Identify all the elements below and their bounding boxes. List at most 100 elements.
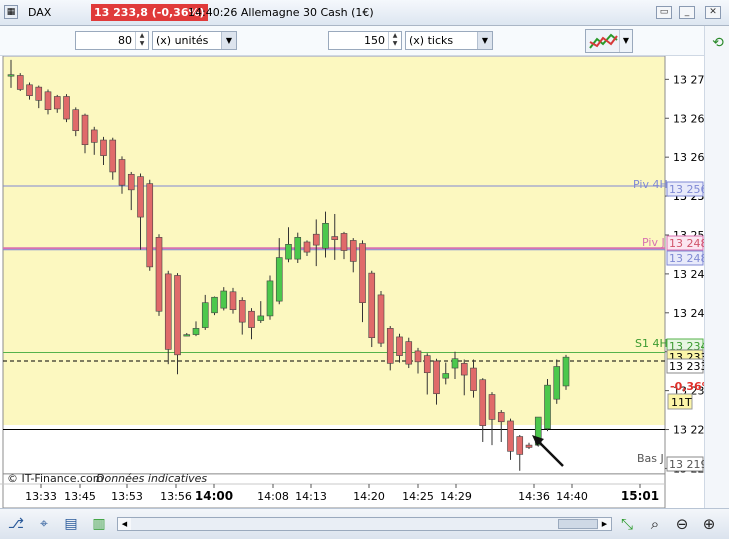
candle-body xyxy=(257,315,265,321)
candle-body xyxy=(488,394,496,420)
candle-body xyxy=(544,384,551,430)
tick-input[interactable] xyxy=(331,33,385,48)
candle-body xyxy=(433,360,440,395)
x-tick-label: 14:13 xyxy=(295,490,327,503)
x-tick-label: 14:00 xyxy=(195,489,233,503)
period-unit-select[interactable]: (x) unités ▼ xyxy=(152,31,237,50)
watermark: © IT-Finance.com xyxy=(7,472,104,485)
candle-body xyxy=(238,300,246,323)
x-tick-label: 14:20 xyxy=(353,490,385,503)
candle-body xyxy=(63,96,70,120)
symbol-label[interactable]: DAX xyxy=(28,6,51,19)
candle-body xyxy=(53,96,61,110)
period-unit-label: (x) unités xyxy=(156,34,209,47)
zoom-in-icon[interactable]: ⊕ xyxy=(698,513,720,535)
candle-body xyxy=(562,356,570,387)
candle-body xyxy=(368,272,376,339)
x-tick-label: 13:56 xyxy=(160,490,192,503)
candle-body xyxy=(479,379,487,426)
candle-body xyxy=(497,412,505,423)
indicators-icon[interactable]: ▥ xyxy=(88,513,110,535)
chart-style-icon xyxy=(589,33,618,49)
share-icon[interactable]: ⎇ xyxy=(5,513,27,535)
candle-body xyxy=(155,237,163,312)
x-tick-label: 13:33 xyxy=(25,490,57,503)
candle-body xyxy=(72,109,80,132)
tick-unit-label: (x) ticks xyxy=(409,34,454,47)
candle-body xyxy=(211,296,218,314)
restore-icon[interactable]: ▭ xyxy=(656,6,672,19)
scroll-right-icon[interactable]: ▶ xyxy=(598,518,611,530)
candle-body xyxy=(386,328,394,364)
time-scrollbar[interactable]: ◀ ▶ xyxy=(117,517,612,531)
refresh-icon[interactable]: ⟲ xyxy=(708,30,728,56)
candle-body xyxy=(396,336,403,356)
stepper-up-icon[interactable]: ▲ xyxy=(389,32,401,40)
x-tick-label: 14:36 xyxy=(518,490,550,503)
period-stepper-arrows[interactable]: ▲ ▼ xyxy=(135,32,148,49)
candle-body xyxy=(442,373,450,379)
candle-body xyxy=(248,310,255,328)
stepper-down-icon[interactable]: ▼ xyxy=(136,40,148,48)
minimize-icon[interactable]: _ xyxy=(679,6,695,19)
candle-body xyxy=(451,358,459,369)
scroll-thumb[interactable] xyxy=(558,519,598,529)
instrument-title: 14:40:26 Allemagne 30 Cash (1€) xyxy=(188,6,374,19)
tick-stepper-arrows[interactable]: ▲ ▼ xyxy=(388,32,401,49)
candle-body xyxy=(322,223,329,249)
y-tick-label: 13 265 xyxy=(673,112,704,125)
data-window-icon[interactable]: ▤ xyxy=(60,513,82,535)
candle-body xyxy=(285,244,292,260)
candle-body xyxy=(44,91,52,110)
x-tick-label: 14:08 xyxy=(257,490,289,503)
candle-body xyxy=(423,355,431,374)
chevron-down-icon[interactable]: ▼ xyxy=(619,30,632,52)
pivj-value2: 13 248,1 xyxy=(669,252,704,265)
zoom-fit-icon[interactable]: ⌕ xyxy=(644,513,666,535)
candle-body xyxy=(405,341,413,365)
title-bar: ▦ DAX 13 233,8 (-0,36%) 14:40:26 Allemag… xyxy=(0,0,729,26)
watermark-note: Données indicatives xyxy=(96,472,207,485)
price-chart[interactable]: 13 27013 26513 26013 25513 25013 24513 2… xyxy=(0,56,704,508)
tick-unit-select[interactable]: (x) ticks ▼ xyxy=(405,31,493,50)
period-input[interactable] xyxy=(78,33,132,48)
chevron-down-icon[interactable]: ▼ xyxy=(221,32,236,49)
piv4h-value: 13 256,3 xyxy=(669,183,704,196)
close-icon[interactable]: ✕ xyxy=(705,6,721,19)
stepper-down-icon[interactable]: ▼ xyxy=(389,40,401,48)
y-tick-label: 13 240 xyxy=(673,307,704,320)
zoom-out-icon[interactable]: ⊖ xyxy=(671,513,693,535)
s14h-label: S1 4H xyxy=(635,337,668,350)
period-stepper[interactable]: ▲ ▼ xyxy=(75,31,149,50)
chevron-down-icon[interactable]: ▼ xyxy=(477,32,492,49)
basj-value: 13 219,3 xyxy=(669,458,704,471)
candle-body xyxy=(90,129,98,143)
candle-body xyxy=(81,114,89,146)
bid-value: 13 233,2 xyxy=(669,360,704,373)
x-tick-label: 14:29 xyxy=(440,490,472,503)
y-tick-label: 13 260 xyxy=(673,151,704,164)
grid-icon[interactable]: ▦ xyxy=(4,5,18,19)
x-tick-label: 13:53 xyxy=(111,490,143,503)
stepper-up-icon[interactable]: ▲ xyxy=(136,32,148,40)
candle-body xyxy=(26,84,33,96)
pivj-label: Piv J xyxy=(642,236,665,249)
y-tick-label: 13 245 xyxy=(673,268,704,281)
y-tick-label: 13 225 xyxy=(673,424,704,437)
tick-stepper[interactable]: ▲ ▼ xyxy=(328,31,402,50)
chart-style-button[interactable]: ▼ xyxy=(585,29,633,53)
candle-body xyxy=(109,139,117,173)
scroll-left-icon[interactable]: ◀ xyxy=(118,518,131,530)
candle-body xyxy=(377,294,385,344)
x-tick-label: 15:01 xyxy=(621,489,659,503)
candle-body xyxy=(220,290,228,309)
candle-body xyxy=(460,363,468,376)
auto-scroll-icon[interactable]: ⤡ xyxy=(616,513,638,535)
x-tick-label: 14:25 xyxy=(402,490,434,503)
candle-body xyxy=(331,236,339,240)
x-tick-label: 14:40 xyxy=(556,490,588,503)
candle-body xyxy=(201,302,209,328)
candle-body xyxy=(294,237,302,260)
cursor-icon[interactable]: ⌖ xyxy=(33,513,55,535)
candle-body xyxy=(146,183,154,268)
